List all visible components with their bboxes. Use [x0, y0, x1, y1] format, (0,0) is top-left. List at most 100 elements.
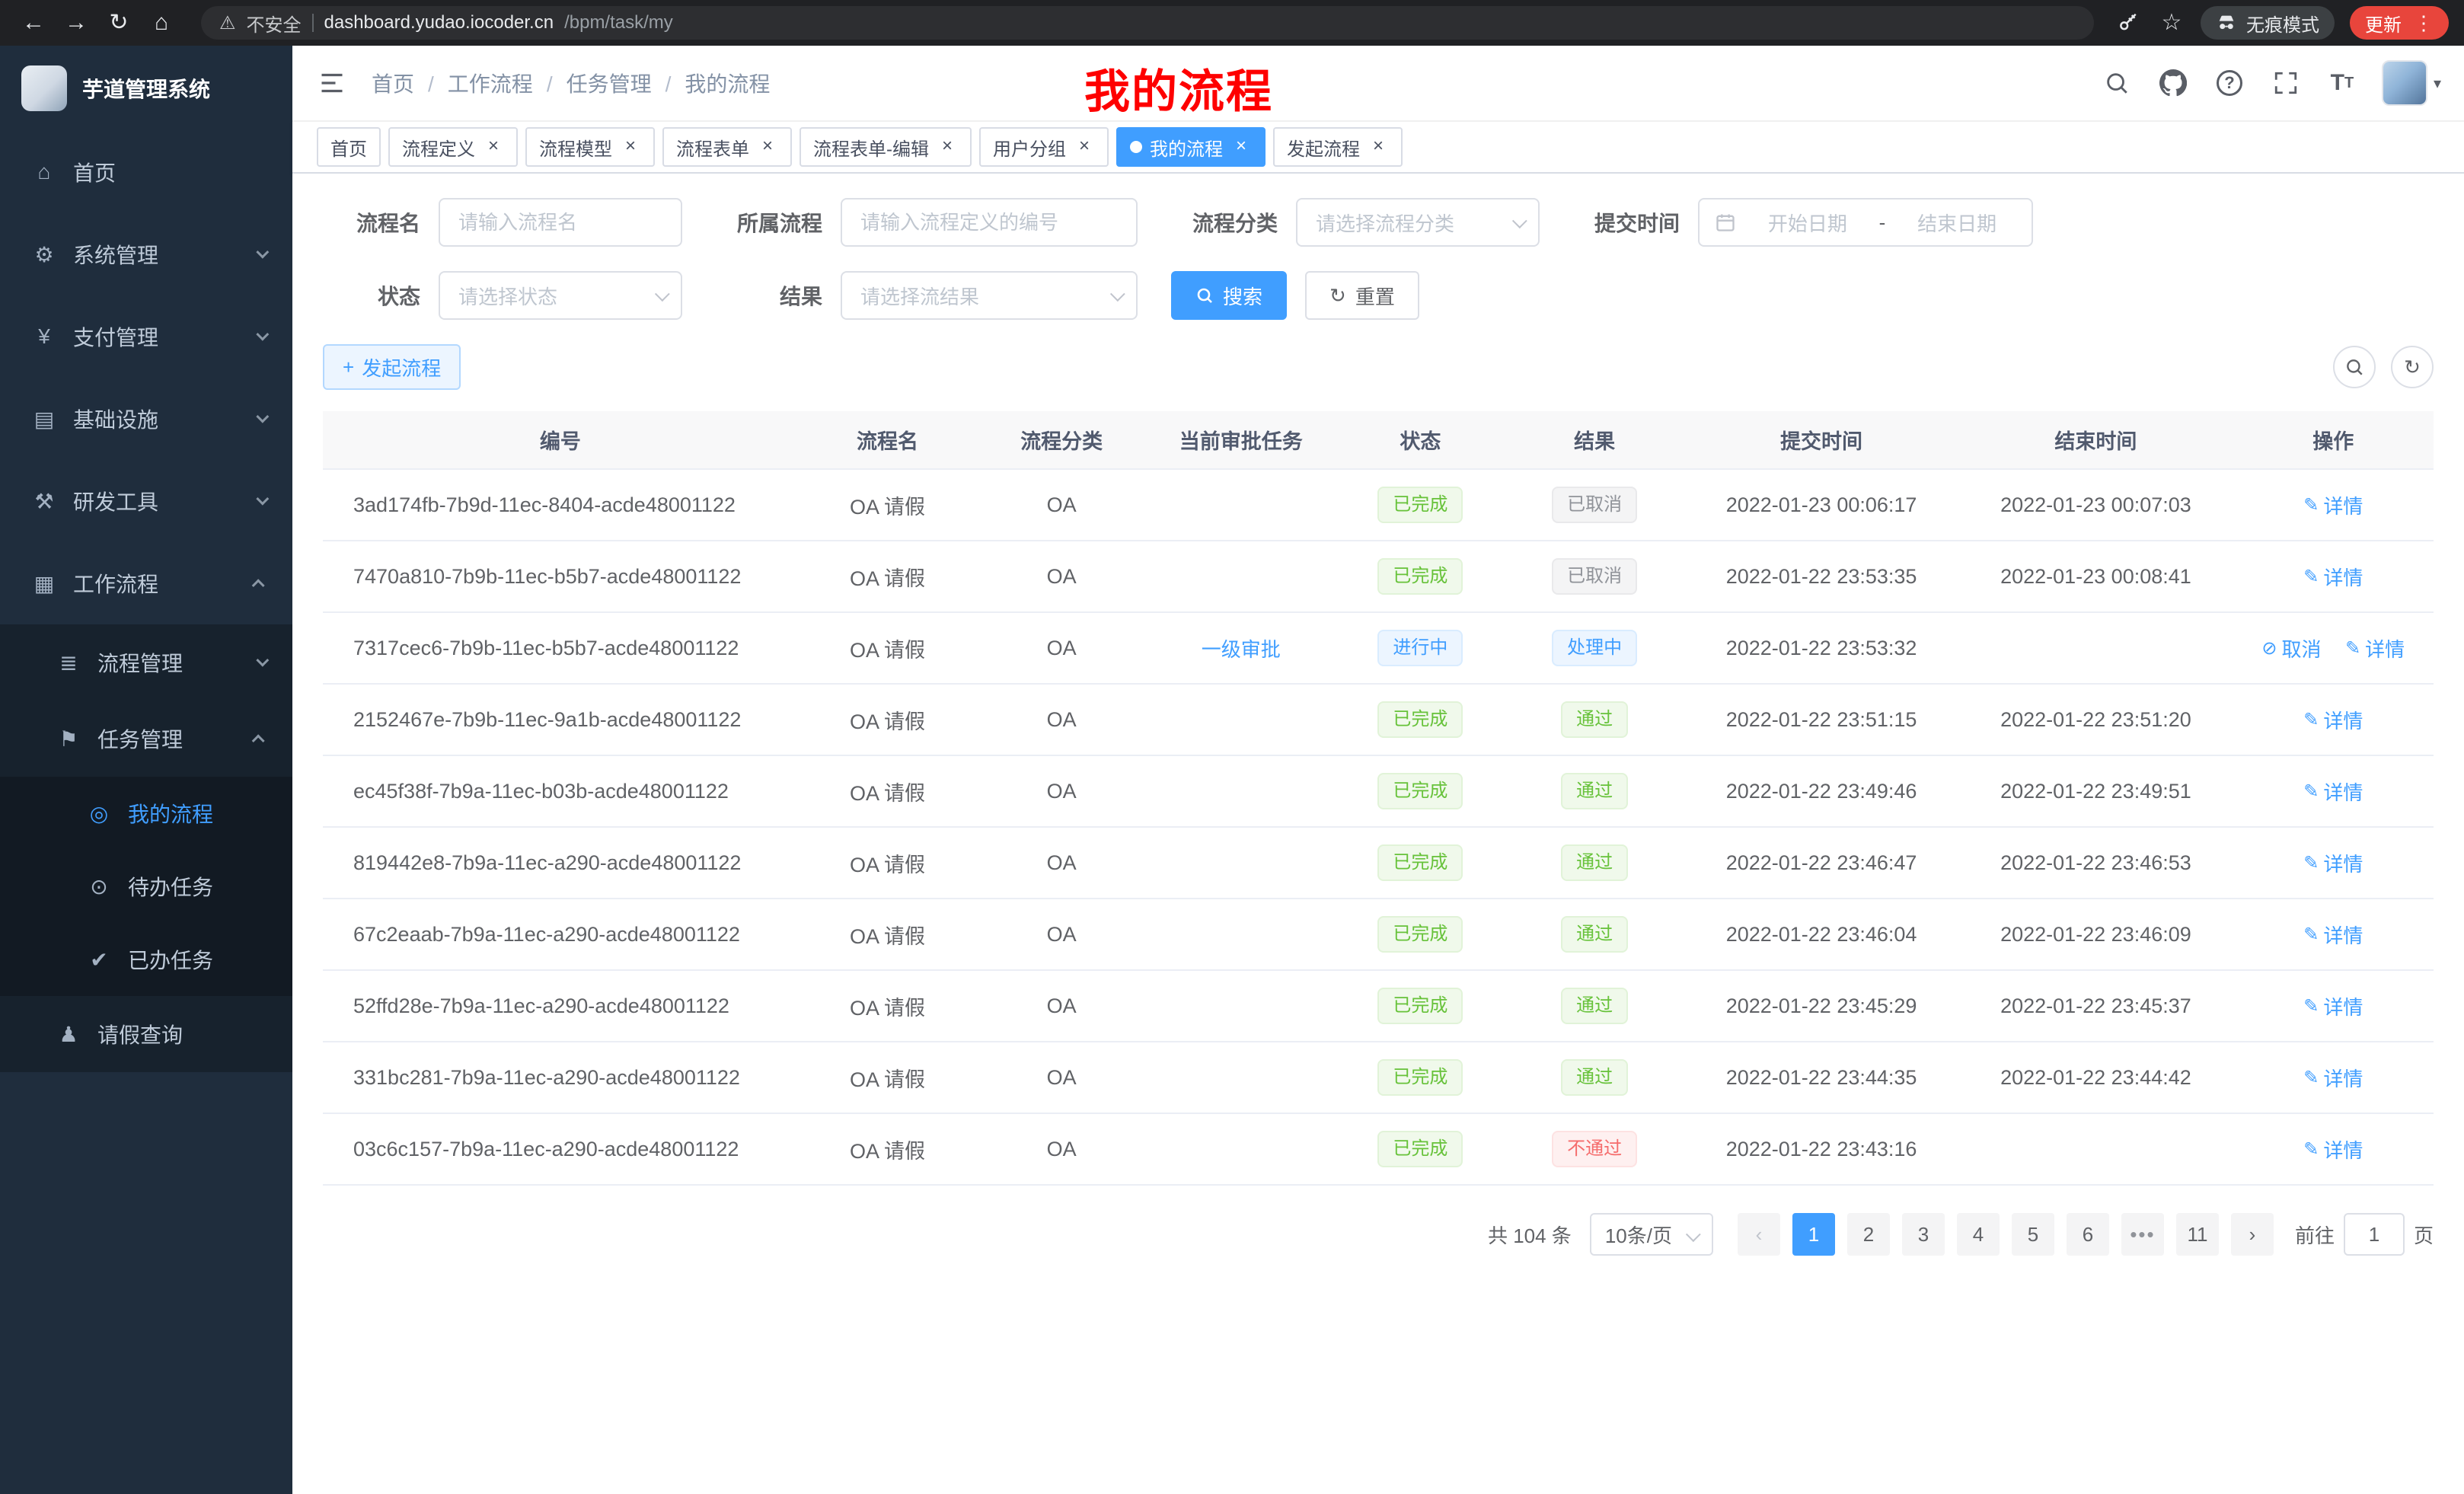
browser-menu-kebab-icon[interactable]: ⋮ — [2414, 11, 2434, 35]
view-tab[interactable]: 流程表单-编辑 × — [800, 127, 972, 167]
detail-link[interactable]: ✎ 详情 — [2303, 1135, 2363, 1164]
detail-link[interactable]: ✎ 详情 — [2303, 849, 2363, 877]
start-date-placeholder: 开始日期 — [1748, 209, 1867, 237]
font-size-icon[interactable]: TT — [2325, 66, 2359, 100]
fullscreen-icon[interactable] — [2269, 66, 2303, 100]
chevron-down-icon — [1512, 213, 1527, 228]
page-button[interactable]: 5 — [2012, 1213, 2054, 1256]
detail-link[interactable]: ✎ 详情 — [2345, 634, 2405, 662]
status-select[interactable]: 请选择状态 — [439, 271, 682, 320]
page-size-select[interactable]: 10条/页 — [1590, 1213, 1713, 1256]
status-badge: 已完成 — [1377, 558, 1463, 595]
chevron-icon — [256, 654, 269, 667]
prev-page-button[interactable]: ‹ — [1738, 1213, 1780, 1256]
breadcrumb-item[interactable]: 首页 — [372, 68, 414, 98]
row-category: OA — [977, 469, 1146, 541]
sidebar-item[interactable]: ≣ 流程管理 — [0, 624, 292, 701]
sidebar-item-label: 我的流程 — [128, 798, 292, 828]
breadcrumb-item[interactable]: 任务管理 — [533, 68, 652, 98]
view-tab[interactable]: 发起流程 × — [1273, 127, 1403, 167]
refresh-table-icon[interactable]: ↻ — [2391, 346, 2434, 388]
key-icon[interactable] — [2115, 9, 2143, 37]
sidebar-item[interactable]: ▦ 工作流程 — [0, 542, 292, 624]
view-tab[interactable]: 我的流程 × — [1116, 127, 1266, 167]
security-label: 不安全 — [247, 10, 302, 37]
browser-reload-icon[interactable]: ↻ — [101, 5, 137, 41]
row-end-time — [1958, 1113, 2233, 1185]
chevron-icon — [256, 328, 269, 341]
page-button[interactable]: 11 — [2176, 1213, 2219, 1256]
page-button[interactable]: 4 — [1957, 1213, 2000, 1256]
view-tab[interactable]: 用户分组 × — [979, 127, 1109, 167]
sidebar-item[interactable]: ⚒ 研发工具 — [0, 460, 292, 542]
detail-link[interactable]: ✎ 详情 — [2303, 921, 2363, 949]
detail-link[interactable]: ✎ 详情 — [2303, 777, 2363, 806]
detail-link[interactable]: ✎ 详情 — [2303, 1064, 2363, 1092]
chevron-icon — [256, 410, 269, 423]
sidebar-item[interactable]: ⚑ 任务管理 — [0, 701, 292, 777]
tab-close-icon[interactable]: × — [620, 136, 641, 158]
category-select[interactable]: 请选择流程分类 — [1296, 198, 1540, 247]
cancel-link[interactable]: ⊘ 取消 — [2261, 634, 2321, 662]
tab-close-icon[interactable]: × — [937, 136, 958, 158]
browser-home-icon[interactable]: ⌂ — [143, 5, 180, 41]
create-process-button[interactable]: + 发起流程 — [323, 344, 461, 390]
sidebar-item[interactable]: ⊙ 待办任务 — [0, 850, 292, 923]
tab-close-icon[interactable]: × — [757, 136, 778, 158]
sidebar-item[interactable]: ⚙ 系统管理 — [0, 213, 292, 295]
page-button[interactable]: 2 — [1847, 1213, 1890, 1256]
view-tab[interactable]: 首页 — [317, 127, 381, 167]
detail-link[interactable]: ✎ 详情 — [2303, 706, 2363, 734]
breadcrumb-item[interactable]: 我的流程 — [652, 68, 771, 98]
view-tab[interactable]: 流程模型 × — [525, 127, 655, 167]
current-task-link[interactable]: 一级审批 — [1202, 634, 1281, 662]
toggle-search-icon[interactable] — [2333, 346, 2376, 388]
detail-link[interactable]: ✎ 详情 — [2303, 992, 2363, 1020]
sidebar-item[interactable]: ⌂ 首页 — [0, 131, 292, 213]
submit-time-range-picker[interactable]: 开始日期 - 结束日期 — [1698, 198, 2033, 247]
process-name-input[interactable] — [439, 198, 682, 247]
next-page-button[interactable]: › — [2231, 1213, 2274, 1256]
sidebar-item[interactable]: ✔ 已办任务 — [0, 923, 292, 996]
reset-button[interactable]: ↻ 重置 — [1305, 271, 1419, 320]
view-tab[interactable]: 流程定义 × — [388, 127, 518, 167]
tab-close-icon[interactable]: × — [1230, 136, 1252, 158]
search-icon[interactable] — [2100, 66, 2134, 100]
detail-link[interactable]: ✎ 详情 — [2303, 563, 2363, 591]
avatar[interactable] — [2382, 60, 2427, 106]
hamburger-icon[interactable] — [315, 66, 349, 100]
result-select[interactable]: 请选择流结果 — [841, 271, 1138, 320]
help-icon[interactable]: ? — [2213, 66, 2246, 100]
page-button[interactable]: 3 — [1902, 1213, 1945, 1256]
tab-close-icon[interactable]: × — [1368, 136, 1389, 158]
process-def-input[interactable] — [841, 198, 1138, 247]
browser-update-button[interactable]: 更新 ⋮ — [2350, 6, 2449, 40]
sidebar-item[interactable]: ◎ 我的流程 — [0, 777, 292, 850]
sidebar-item[interactable]: ¥ 支付管理 — [0, 295, 292, 378]
github-icon[interactable] — [2156, 66, 2190, 100]
result-badge: 通过 — [1561, 844, 1628, 881]
sidebar-item[interactable]: ♟ 请假查询 — [0, 996, 292, 1072]
row-category: OA — [977, 1042, 1146, 1113]
address-bar[interactable]: ⚠ 不安全 dashboard.yudao.iocoder.cn/bpm/tas… — [201, 6, 2094, 40]
browser-back-icon[interactable]: ← — [15, 5, 52, 41]
row-submit-time: 2022-01-22 23:43:16 — [1684, 1113, 1958, 1185]
tab-close-icon[interactable]: × — [1074, 136, 1095, 158]
browser-forward-icon[interactable]: → — [58, 5, 94, 41]
row-process-name: OA 请假 — [798, 469, 978, 541]
tab-label: 用户分组 — [993, 134, 1066, 161]
breadcrumb-item[interactable]: 工作流程 — [414, 68, 533, 98]
search-button[interactable]: 搜索 — [1171, 271, 1287, 320]
goto-page-input[interactable] — [2344, 1213, 2405, 1256]
bookmark-star-icon[interactable]: ☆ — [2158, 9, 2185, 37]
page-button[interactable]: 1 — [1792, 1213, 1835, 1256]
app-logo — [21, 65, 67, 111]
user-menu[interactable]: ▾ — [2382, 60, 2441, 106]
detail-link[interactable]: ✎ 详情 — [2303, 491, 2363, 519]
page-button[interactable]: 6 — [2067, 1213, 2109, 1256]
tab-close-icon[interactable]: × — [483, 136, 504, 158]
sidebar-item[interactable]: ▤ 基础设施 — [0, 378, 292, 460]
sidebar-item-label: 工作流程 — [73, 568, 256, 599]
view-tab[interactable]: 流程表单 × — [662, 127, 792, 167]
page-button[interactable]: ••• — [2121, 1213, 2164, 1256]
